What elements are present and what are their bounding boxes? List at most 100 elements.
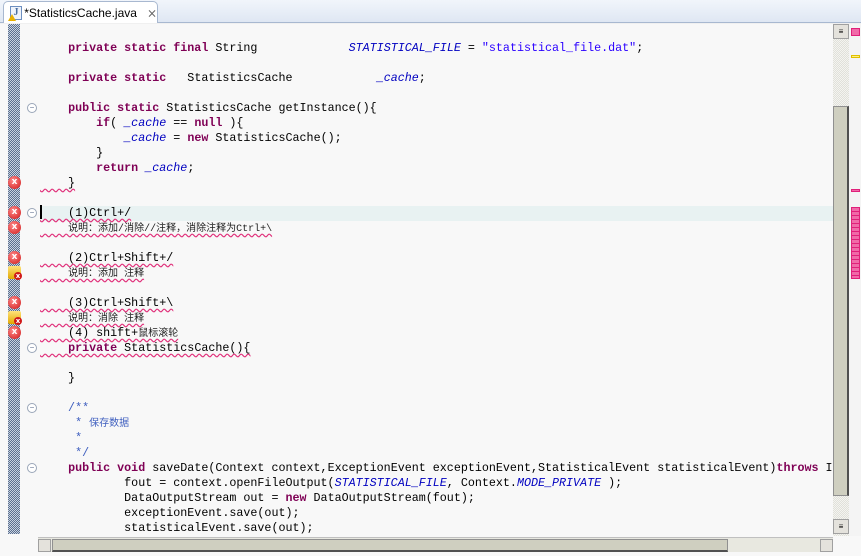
code-line[interactable]: public static StatisticsCache getInstanc… [40,101,833,116]
horizontal-scrollbar[interactable] [38,537,833,552]
fold-collapse-icon[interactable]: − [27,403,37,413]
code-line-text: */ [40,446,89,460]
code-token: /** [40,401,90,415]
scroll-down-button[interactable]: ≡ [833,519,849,534]
code-line[interactable]: statisticalEvent.save(out); [40,521,833,535]
scroll-left-button[interactable] [38,539,51,552]
code-line-text: * [40,431,82,445]
code-line[interactable]: /** [40,401,833,416]
code-line[interactable]: private StatisticsCache(){ [40,341,833,356]
code-token: throws [776,461,819,475]
warning-error-icon[interactable] [8,311,22,325]
code-line[interactable]: 说明：添加 注释 [40,266,833,281]
scroll-right-button[interactable] [820,539,833,552]
code-line-text: 说明：添加/消除//注释，消除注释为Ctrl+\ [40,221,272,235]
java-file-warning-icon: J [8,5,22,21]
code-token: = [166,131,188,145]
code-token: IOException [825,461,833,475]
code-token: exceptionEvent.save(out); [40,506,300,520]
code-token: DataOutputStream(fout); [306,491,475,505]
code-token: public static [68,101,160,115]
fold-collapse-icon[interactable]: − [27,103,37,113]
code-line[interactable]: 说明：添加/消除//注释，消除注释为Ctrl+\ [40,221,833,236]
code-token: * [40,416,90,430]
code-area[interactable]: private static final String STATISTICAL_… [40,25,833,535]
code-line[interactable]: (3)Ctrl+Shift+\ [40,296,833,311]
code-line[interactable]: */ [40,446,833,461]
tab-statisticscache-java[interactable]: J *StatisticsCache.java ⨯ [3,1,158,23]
code-line-text: DataOutputStream out = new DataOutputStr… [40,491,475,505]
fold-collapse-icon[interactable]: − [27,343,37,353]
code-line-text: private static StatisticsCache _cache; [40,71,426,85]
error-icon[interactable]: x [8,326,21,339]
code-line-text: /** [40,401,89,415]
fold-collapse-icon[interactable]: − [27,208,37,218]
vertical-scroll-thumb[interactable] [833,106,849,496]
error-icon[interactable]: x [8,251,21,264]
code-token: STATISTICAL_FILE [334,476,447,490]
code-line[interactable]: DataOutputStream out = new DataOutputStr… [40,491,833,506]
code-line[interactable]: if( _cache == null ){ [40,116,833,131]
code-line[interactable]: private static StatisticsCache _cache; [40,71,833,86]
code-token: STATISTICAL_FILE [348,41,461,55]
code-line[interactable]: (4) shift+鼠标滚轮 [40,326,833,341]
error-icon[interactable]: x [8,296,21,309]
overview-ruler[interactable] [849,24,861,536]
error-icon[interactable]: x [8,176,21,189]
code-line-text: if( _cache == null ){ [40,116,243,130]
code-token: 说明：消除 注释 [68,314,145,325]
horizontal-scroll-thumb[interactable] [52,539,728,552]
code-line[interactable]: _cache = new StatisticsCache(); [40,131,833,146]
code-token: String [208,41,349,55]
scroll-up-button[interactable]: ≡ [833,24,849,39]
code-line-text: * 保存数据 [40,416,129,430]
code-token: (2)Ctrl+Shift+/ [40,251,174,265]
code-token: MODE_PRIVATE [516,476,602,490]
code-line[interactable]: } [40,146,833,161]
code-token: DataOutputStream out = [40,491,286,505]
code-token: ){ [222,116,244,130]
code-line[interactable]: } [40,371,833,386]
code-line[interactable]: (1)Ctrl+/ [40,206,833,221]
code-line[interactable]: (2)Ctrl+Shift+/ [40,251,833,266]
error-icon[interactable]: x [8,206,21,219]
error-icon[interactable]: x [8,221,21,234]
code-line[interactable]: * 保存数据 [40,416,833,431]
code-token: (1)Ctrl+/ [40,206,132,220]
code-line[interactable]: private static final String STATISTICAL_… [40,41,833,56]
fold-collapse-icon[interactable]: − [27,463,37,473]
code-line[interactable]: exceptionEvent.save(out); [40,506,833,521]
overview-error-mark[interactable] [851,189,860,192]
code-line-text: public static StatisticsCache getInstanc… [40,101,377,115]
code-line-text: _cache = new StatisticsCache(); [40,131,341,145]
code-line[interactable]: public void saveDate(Context context,Exc… [40,461,833,476]
code-line[interactable]: * [40,431,833,446]
code-line[interactable]: } [40,176,833,191]
overview-error-mark[interactable] [851,207,860,279]
warning-error-icon[interactable] [8,266,22,280]
vertical-scrollbar[interactable]: ≡ ≡ [833,24,849,536]
code-line-text: (2)Ctrl+Shift+/ [40,251,173,265]
code-line[interactable]: 说明：消除 注释 [40,311,833,326]
code-token: ; [418,71,426,85]
overview-warning-mark[interactable] [851,55,860,58]
code-line-text: } [40,146,103,160]
code-token: ; [636,41,644,55]
code-token: */ [40,446,90,460]
code-line[interactable]: return _cache; [40,161,833,176]
error-summary-icon[interactable] [851,28,860,36]
code-editor[interactable]: private static final String STATISTICAL_… [0,24,861,556]
close-icon[interactable]: ⨯ [147,6,157,20]
code-token: null [194,116,223,130]
code-token: StatisticsCache [166,71,377,85]
code-line-text: } [40,371,75,385]
code-token: _cache [124,116,167,130]
code-line[interactable]: fout = context.openFileOutput(STATISTICA… [40,476,833,491]
